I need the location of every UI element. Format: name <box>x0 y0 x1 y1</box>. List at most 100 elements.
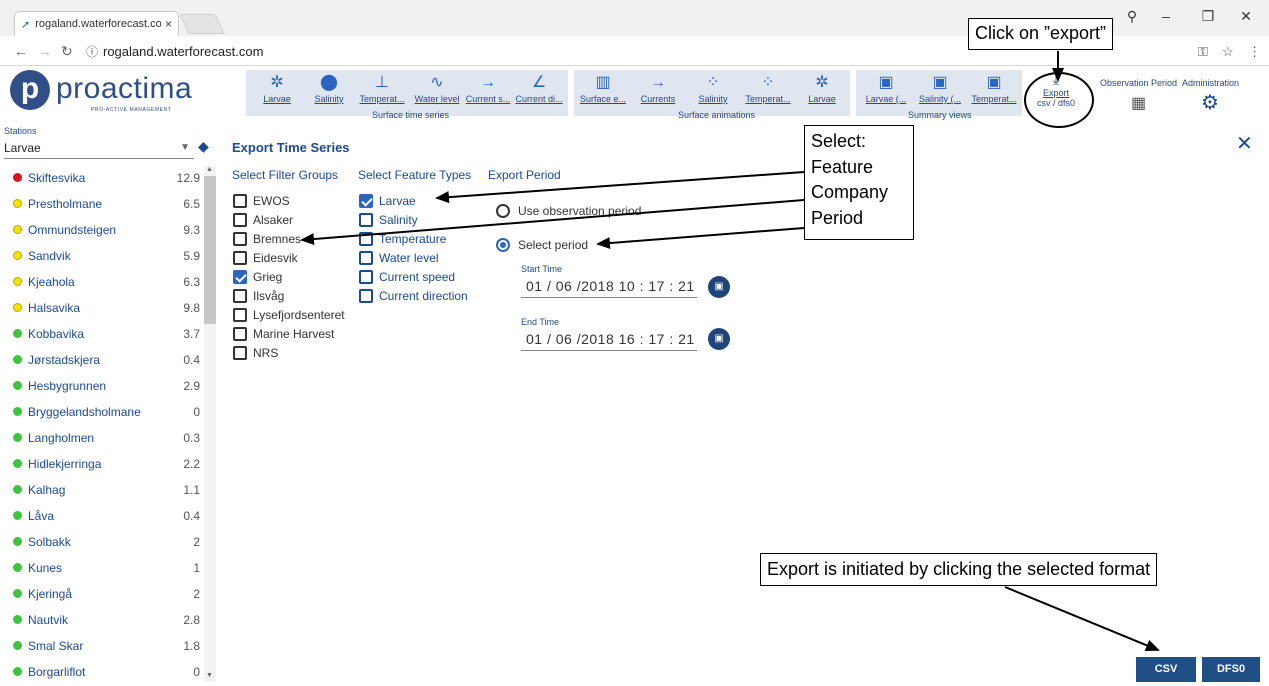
key-icon[interactable]: ⚿ <box>1198 44 1208 60</box>
start-calendar-icon[interactable]: ▣ <box>708 276 730 298</box>
bookmark-star-icon[interactable]: ☆ <box>1222 44 1234 60</box>
checkbox-box[interactable] <box>233 327 247 341</box>
stations-select[interactable]: Larvae ▼ <box>4 139 194 159</box>
status-dot-icon <box>13 511 22 520</box>
dfs0-button[interactable]: DFS0 <box>1202 657 1260 682</box>
csv-button[interactable]: CSV <box>1136 657 1196 682</box>
map-thumbnail-icon: ▣ <box>932 74 948 91</box>
station-row[interactable]: Prestholmane 6.5 <box>0 192 204 218</box>
arrow-right-icon: → <box>480 74 496 91</box>
station-row[interactable]: Kobbavika 3.7 <box>0 322 204 348</box>
checkbox-box[interactable] <box>233 232 247 246</box>
back-arrow-icon[interactable]: ← <box>14 43 28 59</box>
minimize-button[interactable]: – <box>1146 8 1186 24</box>
checkbox-box[interactable] <box>233 213 247 227</box>
administration-button[interactable]: Administration <box>1182 78 1239 88</box>
scroll-up-icon[interactable]: ▲ <box>206 166 213 173</box>
checkbox-box[interactable] <box>359 194 373 208</box>
checkbox-box[interactable] <box>359 232 373 246</box>
start-time-field[interactable]: 01 / 06 /2018 10 : 17 : 21 <box>521 274 697 298</box>
station-value: 1.8 <box>183 639 200 653</box>
browser-menu-icon[interactable]: ⋮ <box>1248 44 1261 60</box>
station-row[interactable]: Nautvik 2.8 <box>0 608 204 634</box>
checkbox-box[interactable] <box>359 251 373 265</box>
browser-tab[interactable]: ➚ rogaland.waterforecast.co × <box>14 11 179 36</box>
tool-currents-anim[interactable]: → Currents <box>632 72 684 112</box>
map-thumbnail-icon: ▣ <box>878 74 894 91</box>
tool-larvae-summary[interactable]: ▣ Larvae (... <box>860 72 912 112</box>
site-info-icon[interactable]: ⓘ <box>86 43 98 60</box>
station-row[interactable]: Låva 0.4 <box>0 504 204 530</box>
station-row[interactable]: Smal Skar 1.8 <box>0 634 204 660</box>
station-row[interactable]: Bryggelandsholmane 0 <box>0 400 204 426</box>
observation-period-radio[interactable] <box>496 204 510 218</box>
calendar-clock-icon[interactable]: ▦ <box>1131 93 1146 113</box>
station-row[interactable]: Jørstadskjera 0.4 <box>0 348 204 374</box>
status-dot-icon <box>13 407 22 416</box>
layers-icon[interactable]: ◆ <box>198 138 209 155</box>
select-period-radio[interactable] <box>496 238 510 252</box>
checkbox-box[interactable] <box>359 289 373 303</box>
tool-current-direction-ts[interactable]: ∠ Current di... <box>514 72 564 112</box>
station-row[interactable]: Kjeahola 6.3 <box>0 270 204 296</box>
station-row[interactable]: Ommundsteigen 9.3 <box>0 218 204 244</box>
checkbox-label: Salinity <box>379 213 418 227</box>
station-row[interactable]: Hidlekjerringa 2.2 <box>0 452 204 478</box>
maximize-button[interactable]: ❐ <box>1188 8 1228 25</box>
station-row[interactable]: Langholmen 0.3 <box>0 426 204 452</box>
station-row[interactable]: Kalhag 1.1 <box>0 478 204 504</box>
station-row[interactable]: Kunes 1 <box>0 556 204 582</box>
station-row[interactable]: Sandvik 5.9 <box>0 244 204 270</box>
end-calendar-icon[interactable]: ▣ <box>708 328 730 350</box>
tool-salinity-ts[interactable]: ⬤ Salinity <box>306 72 352 112</box>
checkbox-label: Temperature <box>379 232 447 246</box>
tool-temperature-summary[interactable]: ▣ Temperat... <box>968 72 1020 112</box>
checkbox-box[interactable] <box>233 270 247 284</box>
checkbox-box[interactable] <box>233 289 247 303</box>
scrollbar-thumb[interactable] <box>204 176 216 324</box>
tool-temperature-ts[interactable]: ⊥ Temperat... <box>356 72 408 112</box>
station-row[interactable]: Kjeringå 2 <box>0 582 204 608</box>
station-row[interactable]: Halsavika 9.8 <box>0 296 204 322</box>
close-window-button[interactable]: ✕ <box>1226 8 1266 25</box>
station-row[interactable]: Skiftesvika 12.9 <box>0 166 204 192</box>
station-value: 9.8 <box>183 301 200 315</box>
tool-salinity-summary[interactable]: ▣ Salinity (... <box>914 72 966 112</box>
tool-water-level-ts[interactable]: ∿ Water level <box>412 72 462 112</box>
new-tab-button[interactable] <box>179 14 225 34</box>
station-value: 2.8 <box>183 613 200 627</box>
stations-label: Stations <box>4 126 37 136</box>
url-field[interactable]: rogaland.waterforecast.com <box>103 44 263 59</box>
checkbox-box[interactable] <box>233 308 247 322</box>
forward-arrow-icon[interactable]: → <box>38 43 52 59</box>
station-row[interactable]: Borgarliflot 0 <box>0 660 204 686</box>
close-icon[interactable]: ✕ <box>1236 131 1253 156</box>
scroll-down-icon[interactable]: ▼ <box>206 672 213 679</box>
annotation-select-line: Feature <box>811 156 874 177</box>
reload-icon[interactable]: ↻ <box>61 43 73 60</box>
checkbox-box[interactable] <box>359 213 373 227</box>
station-row[interactable]: Solbakk 2 <box>0 530 204 556</box>
checkbox-box[interactable] <box>233 194 247 208</box>
checkbox-box[interactable] <box>359 270 373 284</box>
station-row[interactable]: Hesbygrunnen 2.9 <box>0 374 204 400</box>
stations-select-value: Larvae <box>4 141 41 155</box>
tool-salinity-anim[interactable]: ⁘ Salinity <box>688 72 738 112</box>
observation-period-button[interactable]: Observation Period <box>1100 78 1177 88</box>
checkbox-label: Bremnes <box>253 232 302 246</box>
angle-icon: ∠ <box>531 74 547 91</box>
tab-close-icon[interactable]: × <box>165 17 172 31</box>
gear-icon[interactable]: ⚙ <box>1201 90 1219 115</box>
tool-larvae-anim[interactable]: ✲ Larvae <box>798 72 846 112</box>
tool-larvae-ts[interactable]: ✲ Larvae <box>252 72 302 112</box>
checkbox-box[interactable] <box>233 251 247 265</box>
checkbox-box[interactable] <box>233 346 247 360</box>
checkbox-label: EWOS <box>253 194 290 208</box>
tool-temperature-anim[interactable]: ⁘ Temperat... <box>742 72 794 112</box>
station-name: Skiftesvika <box>28 171 86 185</box>
station-name: Hesbygrunnen <box>28 379 107 393</box>
tool-surface-elevation-anim[interactable]: ▥ Surface e... <box>578 72 628 112</box>
status-dot-icon <box>13 329 22 338</box>
end-time-field[interactable]: 01 / 06 /2018 16 : 17 : 21 <box>521 327 697 351</box>
tool-current-speed-ts[interactable]: → Current s... <box>464 72 512 112</box>
